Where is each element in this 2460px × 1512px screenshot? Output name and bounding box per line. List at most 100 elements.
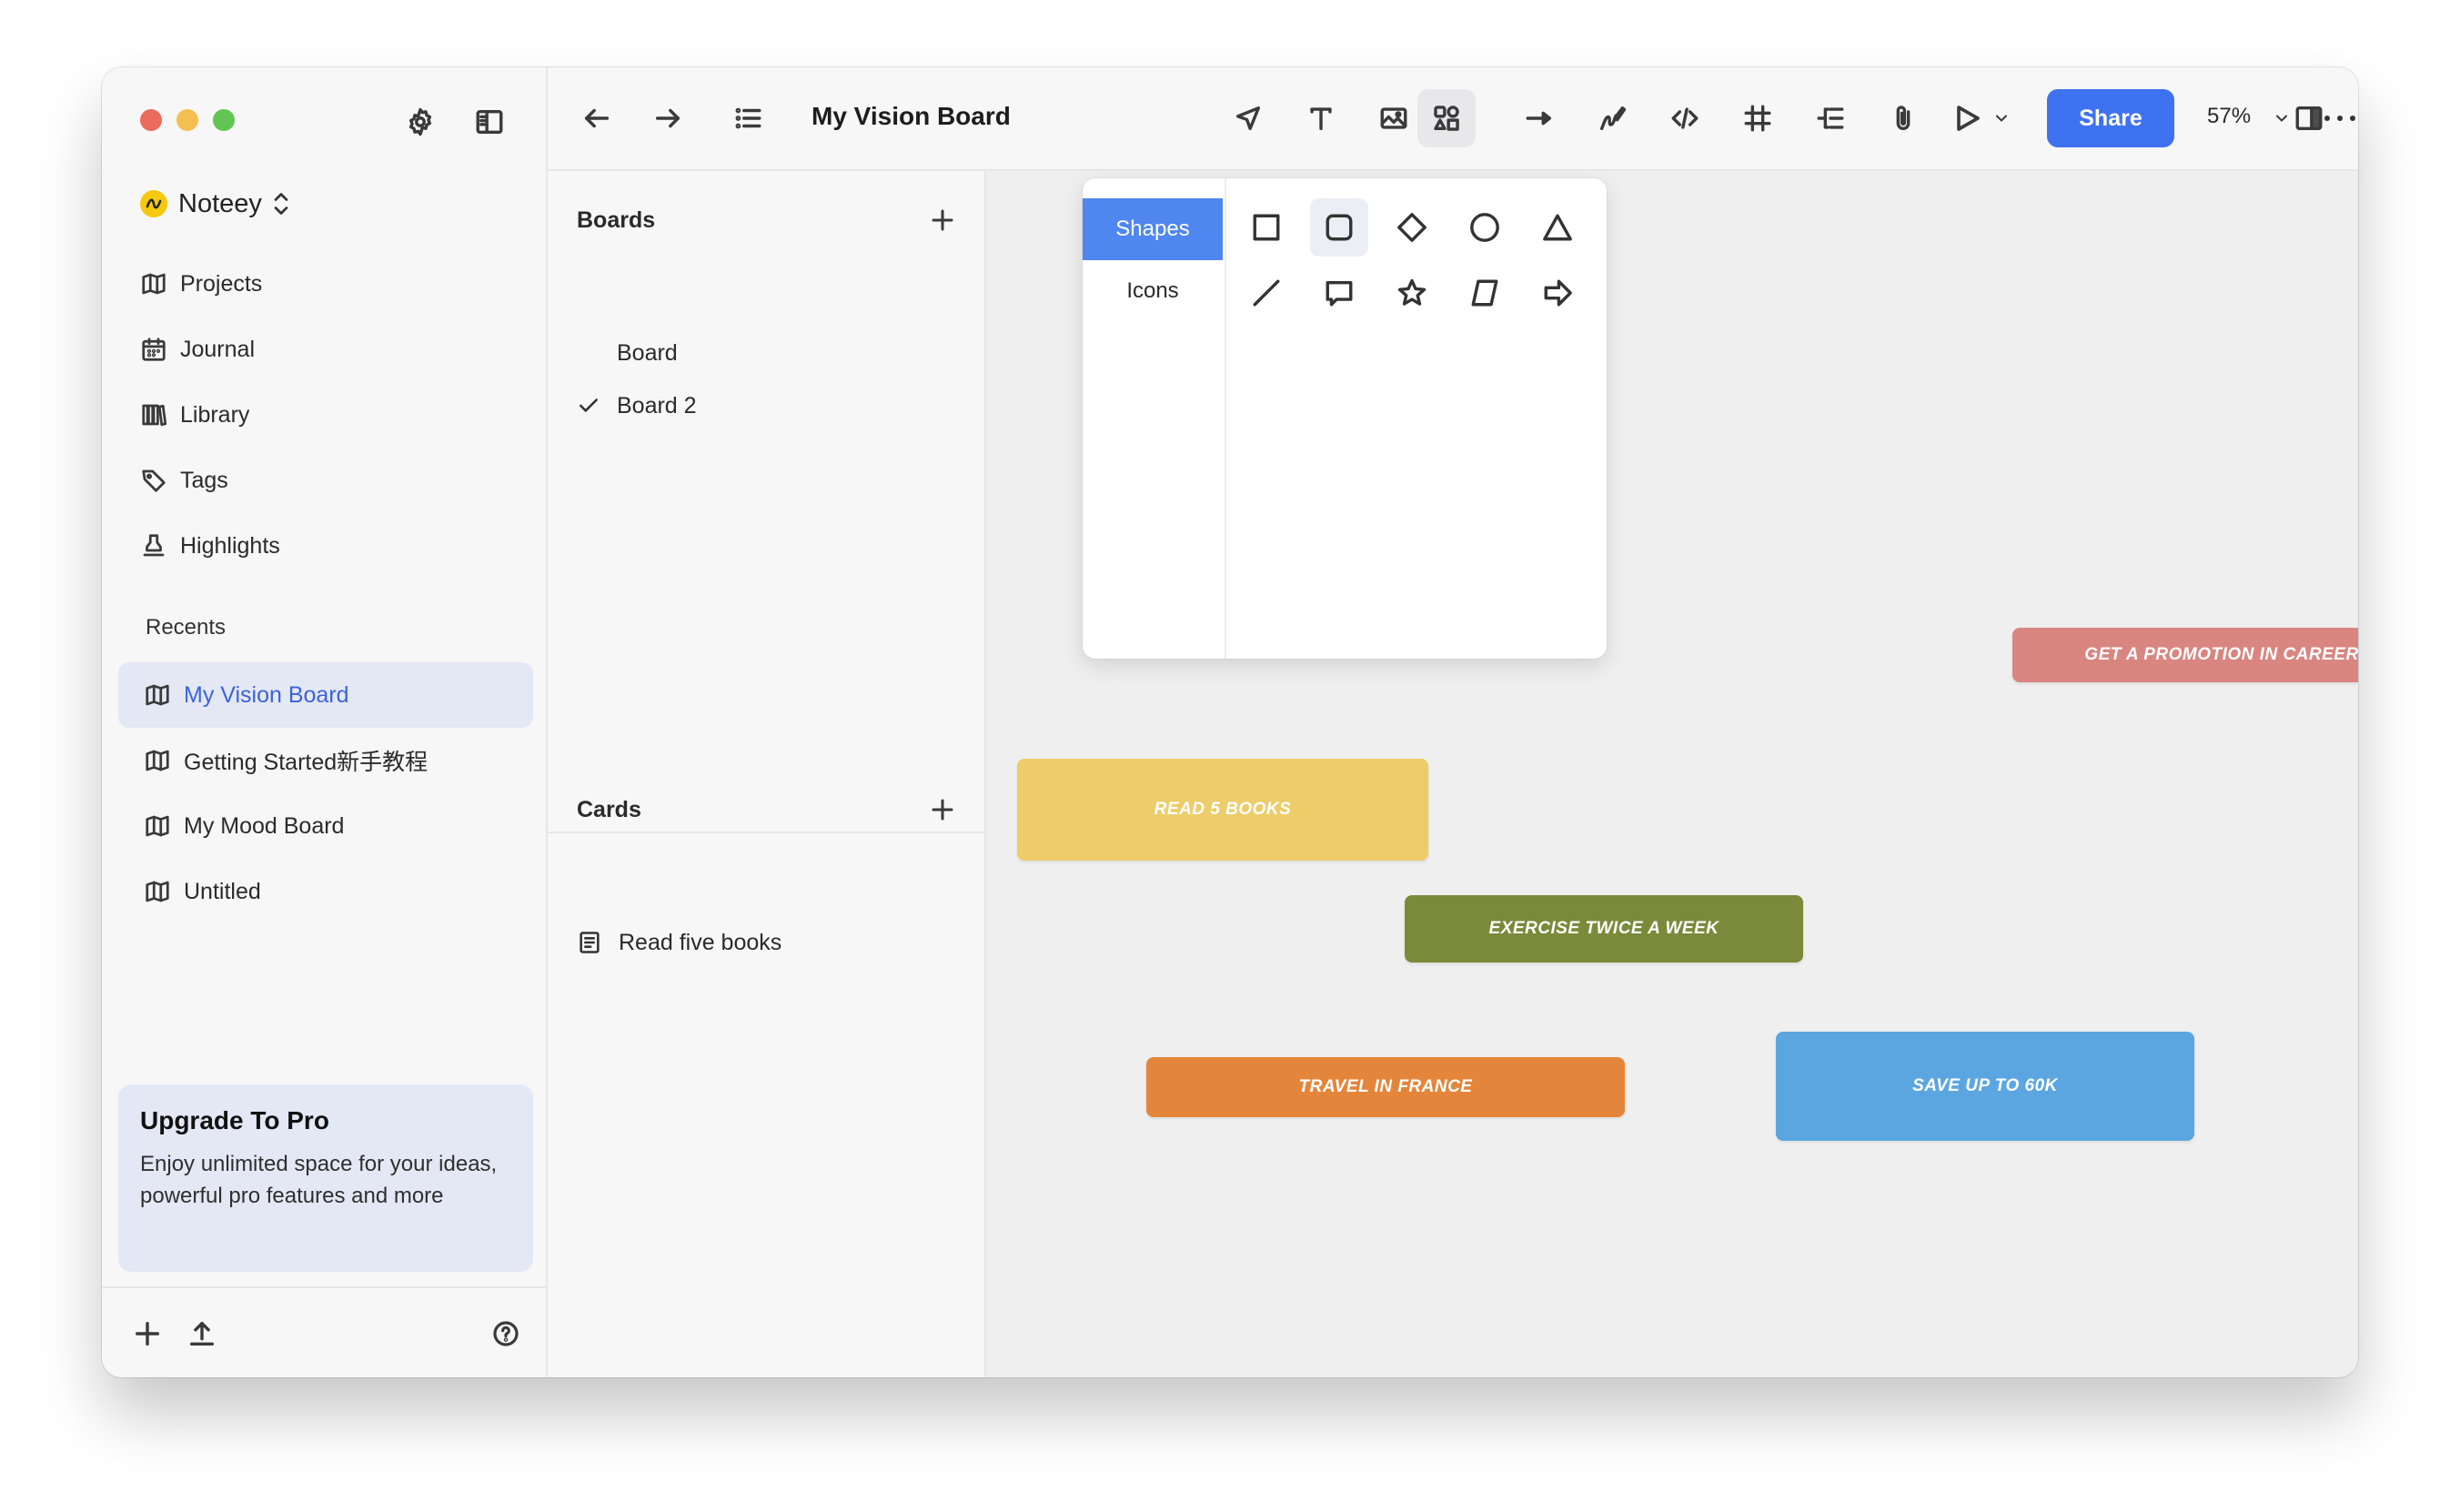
tag-icon: [142, 469, 166, 492]
map-icon: [146, 881, 169, 902]
vision-card[interactable]: READ 5 BOOKS: [1017, 759, 1428, 861]
recent-item-getting-started[interactable]: Getting Started新手教程: [118, 728, 533, 793]
vision-card[interactable]: SAVE UP TO 60K: [1776, 1032, 2194, 1141]
recent-item-my-mood-board[interactable]: My Mood Board: [118, 793, 533, 859]
vision-card-text: TRAVEL IN FRANCE: [1298, 1077, 1473, 1096]
settings-gear-icon[interactable]: [398, 100, 442, 144]
mindmap-icon[interactable]: [1809, 96, 1852, 140]
tab-shapes[interactable]: Shapes: [1083, 198, 1223, 260]
vision-card-text: GET A PROMOTION IN CAREER: [2084, 645, 2358, 664]
image-tool-icon[interactable]: [1372, 96, 1416, 140]
circle-shape-icon[interactable]: [1456, 198, 1514, 257]
map-icon: [146, 750, 169, 771]
present-play-icon[interactable]: [1945, 96, 1989, 140]
recent-item-untitled[interactable]: Untitled: [118, 859, 533, 924]
nav-item-tags[interactable]: Tags: [140, 459, 228, 502]
tab-icons[interactable]: Icons: [1083, 260, 1223, 322]
nav-item-highlights[interactable]: Highlights: [140, 524, 280, 568]
text-tool-icon[interactable]: [1299, 96, 1343, 140]
promo-text: Enjoy unlimited space for your ideas, po…: [140, 1152, 498, 1208]
rectangle-shape-icon[interactable]: [1237, 198, 1296, 257]
code-block-icon[interactable]: [1663, 96, 1707, 140]
sidebar: Noteey Projects Journal Library Tags Hig…: [102, 67, 548, 1377]
triangle-shape-icon[interactable]: [1528, 198, 1587, 257]
recent-label: Untitled: [184, 878, 261, 904]
share-button[interactable]: Share: [2047, 89, 2174, 147]
nav-item-projects[interactable]: Projects: [140, 262, 262, 306]
card-item[interactable]: Read five books: [577, 922, 781, 963]
chevron-up-down-icon: [274, 193, 288, 215]
diamond-shape-icon[interactable]: [1383, 198, 1441, 257]
forward-arrow-icon[interactable]: [646, 96, 690, 140]
add-icon[interactable]: [126, 1312, 169, 1356]
workspace-name: Noteey: [178, 188, 262, 218]
recents-heading: Recents: [146, 615, 227, 640]
board-item[interactable]: Board: [577, 333, 678, 373]
present-options-chevron-down-icon[interactable]: [1987, 104, 2016, 133]
star-shape-icon[interactable]: [1383, 264, 1441, 322]
add-card-icon[interactable]: [921, 788, 964, 832]
toolbar: My Vision Board Share 57%: [548, 67, 2358, 171]
boards-cards-panel: Boards Board Board 2 Cards Read five boo…: [548, 171, 986, 1377]
workspace-switcher[interactable]: Noteey: [140, 184, 289, 224]
shapes-tool-button[interactable]: [1417, 89, 1476, 147]
document-card-icon: [580, 932, 600, 953]
map-icon: [146, 815, 169, 837]
vision-card[interactable]: EXERCISE TWICE A WEEK: [1405, 895, 1803, 963]
zoom-level[interactable]: 57%: [2207, 104, 2251, 129]
rounded-rectangle-shape-icon[interactable]: [1310, 198, 1368, 257]
map-icon: [142, 273, 166, 295]
outline-list-icon[interactable]: [726, 96, 770, 140]
recent-label: My Vision Board: [184, 681, 349, 708]
map-icon: [146, 684, 169, 706]
toggle-right-panel-icon[interactable]: [2287, 96, 2331, 140]
vision-card-text: EXERCISE TWICE A WEEK: [1488, 919, 1719, 938]
popover-tabs: Shapes Icons: [1083, 178, 1226, 659]
nav-label: Projects: [180, 270, 263, 297]
cards-heading: Cards: [577, 797, 641, 822]
checkmark-icon: [580, 398, 598, 412]
pen-draw-icon[interactable]: [1590, 96, 1634, 140]
promo-title: Upgrade To Pro: [140, 1106, 329, 1134]
arrow-shape-icon[interactable]: [1528, 264, 1587, 322]
connector-arrow-icon[interactable]: [1517, 96, 1561, 140]
close-window-button[interactable]: [140, 109, 162, 131]
help-icon[interactable]: [484, 1312, 528, 1356]
vision-card[interactable]: GET A PROMOTION IN CAREER: [2012, 628, 2358, 682]
boards-heading: Boards: [577, 207, 656, 233]
recent-label: My Mood Board: [184, 812, 345, 839]
panel-divider: [548, 832, 984, 833]
vision-card-text: SAVE UP TO 60K: [1912, 1076, 2058, 1095]
vision-card-text: READ 5 BOOKS: [1154, 800, 1292, 819]
zoom-window-button[interactable]: [213, 109, 235, 131]
attachment-paperclip-icon[interactable]: [1881, 96, 1925, 140]
nav-label: Highlights: [180, 532, 280, 559]
sidebar-footer: [102, 1286, 546, 1377]
speech-bubble-shape-icon[interactable]: [1310, 264, 1368, 322]
back-arrow-icon[interactable]: [575, 96, 619, 140]
nav-item-journal[interactable]: Journal: [140, 328, 255, 371]
board-item[interactable]: Board 2: [577, 386, 697, 426]
upgrade-promo-card[interactable]: Upgrade To Pro Enjoy unlimited space for…: [118, 1084, 533, 1272]
nav-label: Tags: [180, 467, 228, 493]
toggle-sidebar-icon[interactable]: [468, 100, 511, 144]
library-icon: [142, 404, 167, 427]
nav-item-library[interactable]: Library: [140, 393, 249, 437]
frame-tool-icon[interactable]: [1736, 96, 1779, 140]
line-shape-icon[interactable]: [1237, 264, 1296, 322]
board-label: Board 2: [617, 392, 697, 418]
page-title: My Vision Board: [812, 102, 1011, 130]
add-board-icon[interactable]: [921, 198, 964, 242]
upload-icon[interactable]: [180, 1312, 224, 1356]
nav-label: Journal: [180, 336, 255, 362]
shapes-popover: Shapes Icons: [1083, 178, 1607, 659]
parallelogram-shape-icon[interactable]: [1456, 264, 1514, 322]
select-pointer-icon[interactable]: [1226, 96, 1270, 140]
nav-label: Library: [180, 401, 250, 428]
recent-item-my-vision-board[interactable]: My Vision Board: [118, 662, 533, 728]
minimize-window-button[interactable]: [176, 109, 198, 131]
noteey-logo-icon: [140, 190, 167, 217]
calendar-icon: [142, 338, 166, 361]
app-window: Noteey Projects Journal Library Tags Hig…: [102, 67, 2358, 1377]
vision-card[interactable]: TRAVEL IN FRANCE: [1146, 1057, 1625, 1117]
